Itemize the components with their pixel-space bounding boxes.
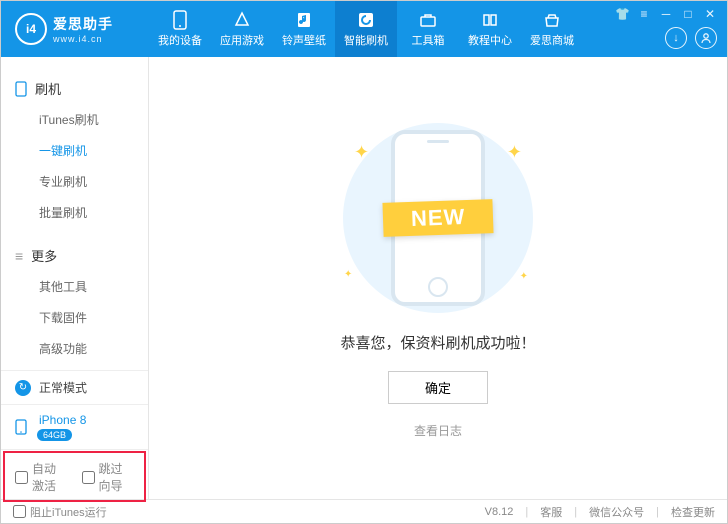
device-name: iPhone 8 (39, 413, 86, 427)
section-title: 刷机 (35, 79, 61, 98)
user-icon[interactable] (695, 27, 717, 49)
nav-label: 爱思商城 (530, 32, 574, 48)
nav-label: 智能刷机 (344, 32, 388, 48)
window-controls: 👕 ≡ ─ □ ✕ (615, 7, 717, 21)
device-info: iPhone 8 64GB (39, 413, 86, 441)
close-icon[interactable]: ✕ (703, 7, 717, 21)
mode-row[interactable]: ↻ 正常模式 (1, 370, 148, 404)
separator: | (656, 506, 659, 518)
logo[interactable]: i4 爱思助手 www.i4.cn (1, 13, 149, 45)
sidebar-item-other-tools[interactable]: 其他工具 (1, 271, 148, 302)
skip-guide-checkbox[interactable]: 跳过向导 (82, 460, 135, 494)
option-row: 自动激活 跳过向导 (1, 449, 148, 504)
auto-activate-label: 自动激活 (32, 460, 68, 494)
refresh-icon: ↻ (15, 380, 31, 396)
apps-icon (232, 10, 252, 30)
nav-label: 教程中心 (468, 32, 512, 48)
section-title: 更多 (31, 246, 57, 265)
sidebar-item-batch-flash[interactable]: 批量刷机 (1, 197, 148, 228)
nav-tutorials[interactable]: 教程中心 (459, 1, 521, 57)
success-message: 恭喜您，保资料刷机成功啦！ (340, 332, 535, 353)
sidebar-bottom: ↻ 正常模式 iPhone 8 64GB 自动激活 跳过向导 (1, 370, 148, 504)
version-label: V8.12 (485, 506, 514, 518)
nav-label: 铃声壁纸 (282, 32, 326, 48)
body: 刷机 iTunes刷机 一键刷机 专业刷机 批量刷机 ≡ 更多 其他工具 下载固… (1, 57, 727, 499)
sidebar-item-download-firmware[interactable]: 下载固件 (1, 302, 148, 333)
footer-right: V8.12 | 客服 | 微信公众号 | 检查更新 (485, 504, 715, 520)
sidebar-item-advanced[interactable]: 高级功能 (1, 333, 148, 364)
nav-ringtones[interactable]: 铃声壁纸 (273, 1, 335, 57)
auto-activate-checkbox[interactable]: 自动激活 (15, 460, 68, 494)
footer-link-wechat[interactable]: 微信公众号 (589, 504, 644, 520)
mode-label: 正常模式 (39, 379, 87, 396)
sparkle-icon: ✦ (344, 269, 352, 280)
tshirt-icon[interactable]: 👕 (615, 7, 629, 21)
nav-flash[interactable]: 智能刷机 (335, 1, 397, 57)
auto-activate-input[interactable] (15, 471, 28, 484)
nav-my-device[interactable]: 我的设备 (149, 1, 211, 57)
footer-link-support[interactable]: 客服 (540, 504, 562, 520)
maximize-icon[interactable]: □ (681, 7, 695, 21)
store-icon (542, 10, 562, 30)
music-icon (294, 10, 314, 30)
view-log-link[interactable]: 查看日志 (414, 422, 462, 439)
header: i4 爱思助手 www.i4.cn 我的设备 应用游戏 铃声壁纸 智能刷机 工具… (1, 1, 727, 57)
header-right: 👕 ≡ ─ □ ✕ ↓ (615, 7, 717, 49)
top-nav: 我的设备 应用游戏 铃声壁纸 智能刷机 工具箱 教程中心 爱思商城 (149, 1, 583, 57)
flash-icon (356, 10, 376, 30)
nav-store[interactable]: 爱思商城 (521, 1, 583, 57)
logo-icon: i4 (15, 13, 47, 45)
sidebar-section-flash: 刷机 iTunes刷机 一键刷机 专业刷机 批量刷机 (1, 67, 148, 234)
download-icon[interactable]: ↓ (665, 27, 687, 49)
block-itunes-label: 阻止iTunes运行 (30, 504, 107, 520)
storage-badge: 64GB (37, 429, 72, 441)
minimize-icon[interactable]: ─ (659, 7, 673, 21)
device-icon (15, 419, 31, 435)
block-itunes-checkbox[interactable]: 阻止iTunes运行 (13, 504, 107, 520)
logo-text: 爱思助手 www.i4.cn (53, 14, 113, 44)
menu-icon[interactable]: ≡ (637, 7, 651, 21)
nav-label: 应用游戏 (220, 32, 264, 48)
nav-apps[interactable]: 应用游戏 (211, 1, 273, 57)
sidebar-item-pro-flash[interactable]: 专业刷机 (1, 166, 148, 197)
skip-guide-label: 跳过向导 (99, 460, 135, 494)
block-itunes-input[interactable] (13, 505, 26, 518)
nav-label: 我的设备 (158, 32, 202, 48)
footer-link-update[interactable]: 检查更新 (671, 504, 715, 520)
sparkle-icon: ✦ (507, 142, 522, 163)
brand-site: www.i4.cn (53, 34, 113, 44)
nav-toolbox[interactable]: 工具箱 (397, 1, 459, 57)
phone-outline-icon (15, 81, 27, 97)
sidebar-header-flash: 刷机 (1, 73, 148, 104)
success-illustration: ✦ ✦ ✦ ✦ NEW (318, 118, 558, 318)
phone-icon (170, 10, 190, 30)
sidebar: 刷机 iTunes刷机 一键刷机 专业刷机 批量刷机 ≡ 更多 其他工具 下载固… (1, 57, 149, 499)
book-icon (480, 10, 500, 30)
ok-button[interactable]: 确定 (388, 371, 488, 404)
nav-label: 工具箱 (412, 32, 445, 48)
account-icons: ↓ (665, 27, 717, 49)
new-banner: NEW (382, 199, 493, 237)
list-icon: ≡ (15, 248, 23, 264)
sparkle-icon: ✦ (520, 271, 528, 282)
device-row[interactable]: iPhone 8 64GB (1, 404, 148, 449)
sidebar-item-itunes-flash[interactable]: iTunes刷机 (1, 104, 148, 135)
sparkle-icon: ✦ (354, 142, 369, 163)
separator: | (574, 506, 577, 518)
sidebar-header-more: ≡ 更多 (1, 240, 148, 271)
brand-name: 爱思助手 (53, 14, 113, 34)
toolbox-icon (418, 10, 438, 30)
separator: | (525, 506, 528, 518)
skip-guide-input[interactable] (82, 471, 95, 484)
sidebar-section-more: ≡ 更多 其他工具 下载固件 高级功能 (1, 234, 148, 370)
sidebar-item-oneclick-flash[interactable]: 一键刷机 (1, 135, 148, 166)
main-content: ✦ ✦ ✦ ✦ NEW 恭喜您，保资料刷机成功啦！ 确定 查看日志 (149, 57, 727, 499)
